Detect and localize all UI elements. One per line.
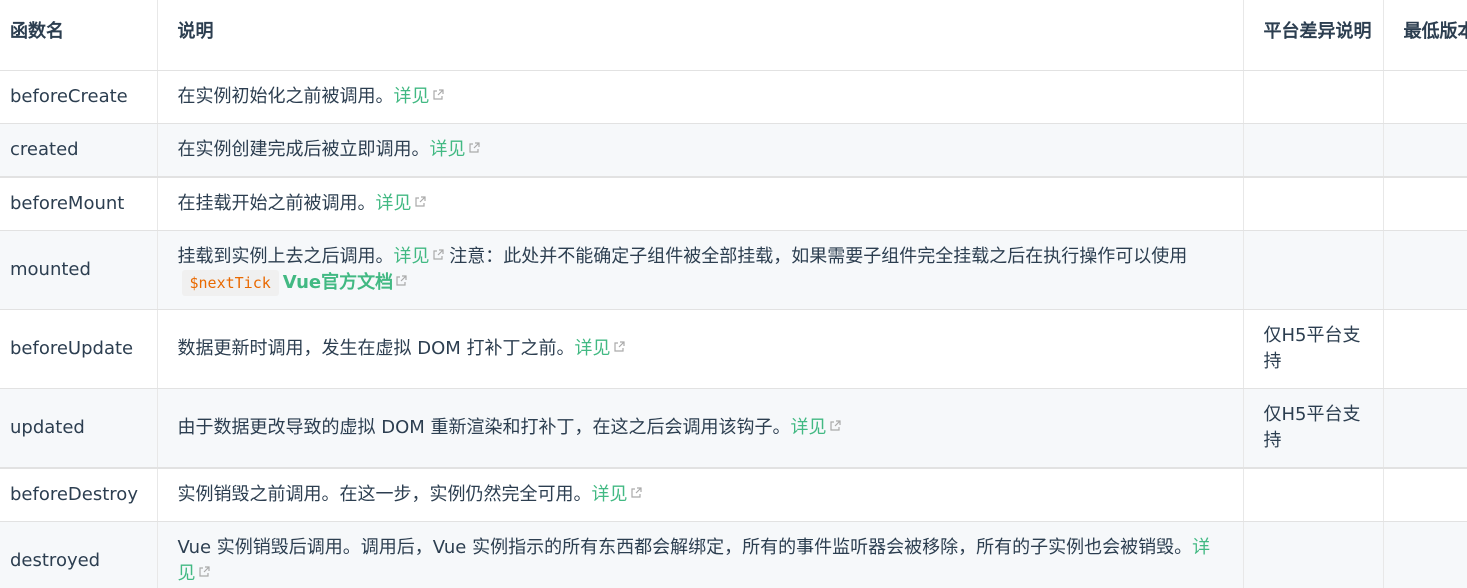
cell-platform: 仅H5平台支持 [1243, 309, 1384, 389]
cell-desc: 由于数据更改导致的虚拟 DOM 重新渲染和打补丁，在这之后会调用该钩子。详见 [157, 388, 1244, 469]
cell-name: updated [0, 388, 158, 469]
external-link-icon [613, 341, 625, 353]
table-row: updated 由于数据更改导致的虚拟 DOM 重新渲染和打补丁，在这之后会调用… [0, 388, 1467, 469]
header-min-version: 最低版本 [1383, 0, 1467, 71]
cell-version [1383, 521, 1467, 588]
cell-version [1383, 468, 1467, 522]
cell-version [1383, 70, 1467, 124]
external-link-icon [630, 487, 642, 499]
see-link-label[interactable]: 详见 [394, 246, 430, 267]
cell-name: beforeMount [0, 177, 158, 231]
desc-text: 数据更新时调用，发生在虚拟 DOM 打补丁之前。 [177, 338, 575, 359]
note-text: 注意：此处并不能确定子组件被全部挂载，如果需要子组件完全挂载之后在执行操作可以使… [449, 246, 1188, 267]
cell-version [1383, 123, 1467, 178]
api-table-container: 函数名 说明 平台差异说明 最低版本 beforeCreate 在实例初始化之前… [0, 0, 1467, 588]
cell-version [1383, 309, 1467, 389]
table-header-row: 函数名 说明 平台差异说明 最低版本 [0, 0, 1467, 71]
external-link-icon [414, 196, 426, 208]
cell-platform [1243, 177, 1384, 231]
external-link-icon [395, 275, 407, 287]
table-row: destroyed Vue 实例销毁后调用。调用后，Vue 实例指示的所有东西都… [0, 521, 1467, 588]
vue-docs-link[interactable]: Vue官方文档 [283, 272, 407, 293]
cell-desc: Vue 实例销毁后调用。调用后，Vue 实例指示的所有东西都会解绑定，所有的事件… [157, 521, 1244, 588]
cell-name: mounted [0, 230, 158, 310]
see-link[interactable]: 详见 [394, 246, 444, 267]
see-link[interactable]: 详见 [430, 139, 480, 160]
cell-desc: 在挂载开始之前被调用。详见 [157, 177, 1244, 231]
see-link-label[interactable]: 详见 [376, 193, 412, 214]
code-nexttick: $nextTick [181, 270, 279, 296]
external-link-icon [829, 420, 841, 432]
cell-version [1383, 177, 1467, 231]
cell-version [1383, 388, 1467, 469]
external-link-icon [198, 566, 210, 578]
cell-desc: 在实例初始化之前被调用。详见 [157, 70, 1244, 124]
cell-desc: 数据更新时调用，发生在虚拟 DOM 打补丁之前。详见 [157, 309, 1244, 389]
table-row: beforeCreate 在实例初始化之前被调用。详见 [0, 70, 1467, 124]
cell-version [1383, 230, 1467, 310]
cell-platform [1243, 70, 1384, 124]
external-link-icon [432, 249, 444, 261]
see-link-label[interactable]: 详见 [575, 338, 611, 359]
cell-desc: 实例销毁之前调用。在这一步，实例仍然完全可用。详见 [157, 468, 1244, 522]
external-link-icon [432, 89, 444, 101]
table-row: mounted 挂载到实例上去之后调用。详见 注意：此处并不能确定子组件被全部挂… [0, 230, 1467, 310]
table-row: beforeMount 在挂载开始之前被调用。详见 [0, 177, 1467, 231]
desc-text: 实例销毁之前调用。在这一步，实例仍然完全可用。 [177, 484, 592, 505]
header-function-name: 函数名 [0, 0, 158, 71]
table-row: created 在实例创建完成后被立即调用。详见 [0, 123, 1467, 178]
cell-name: beforeUpdate [0, 309, 158, 389]
desc-text: 在实例初始化之前被调用。 [177, 86, 394, 107]
see-link[interactable]: 详见 [791, 417, 841, 438]
cell-name: beforeCreate [0, 70, 158, 124]
cell-name: created [0, 123, 158, 178]
table-row: beforeDestroy 实例销毁之前调用。在这一步，实例仍然完全可用。详见 [0, 468, 1467, 522]
lifecycle-table: 函数名 说明 平台差异说明 最低版本 beforeCreate 在实例初始化之前… [0, 0, 1467, 588]
table-row: beforeUpdate 数据更新时调用，发生在虚拟 DOM 打补丁之前。详见 … [0, 309, 1467, 389]
cell-desc: 挂载到实例上去之后调用。详见 注意：此处并不能确定子组件被全部挂载，如果需要子组… [157, 230, 1244, 310]
see-link-label[interactable]: 详见 [430, 139, 466, 160]
cell-name: beforeDestroy [0, 468, 158, 522]
see-link[interactable]: 详见 [592, 484, 642, 505]
header-platform: 平台差异说明 [1243, 0, 1384, 71]
cell-platform: 仅H5平台支持 [1243, 388, 1384, 469]
external-link-icon [468, 142, 480, 154]
header-description: 说明 [157, 0, 1244, 71]
cell-platform [1243, 521, 1384, 588]
cell-name: destroyed [0, 521, 158, 588]
cell-platform [1243, 230, 1384, 310]
see-link-label[interactable]: 详见 [791, 417, 827, 438]
desc-text: Vue 实例销毁后调用。调用后，Vue 实例指示的所有东西都会解绑定，所有的事件… [177, 537, 1193, 558]
see-link[interactable]: 详见 [376, 193, 426, 214]
cell-platform [1243, 468, 1384, 522]
see-link[interactable]: 详见 [394, 86, 444, 107]
desc-text: 由于数据更改导致的虚拟 DOM 重新渲染和打补丁，在这之后会调用该钩子。 [177, 417, 791, 438]
desc-text: 在挂载开始之前被调用。 [177, 193, 376, 214]
see-link[interactable]: 详见 [575, 338, 625, 359]
desc-text: 挂载到实例上去之后调用。 [177, 246, 394, 267]
see-link-label[interactable]: 详见 [394, 86, 430, 107]
cell-platform [1243, 123, 1384, 178]
cell-desc: 在实例创建完成后被立即调用。详见 [157, 123, 1244, 178]
desc-text: 在实例创建完成后被立即调用。 [177, 139, 430, 160]
see-link-label[interactable]: 详见 [592, 484, 628, 505]
vue-docs-link-label[interactable]: Vue官方文档 [283, 272, 393, 293]
